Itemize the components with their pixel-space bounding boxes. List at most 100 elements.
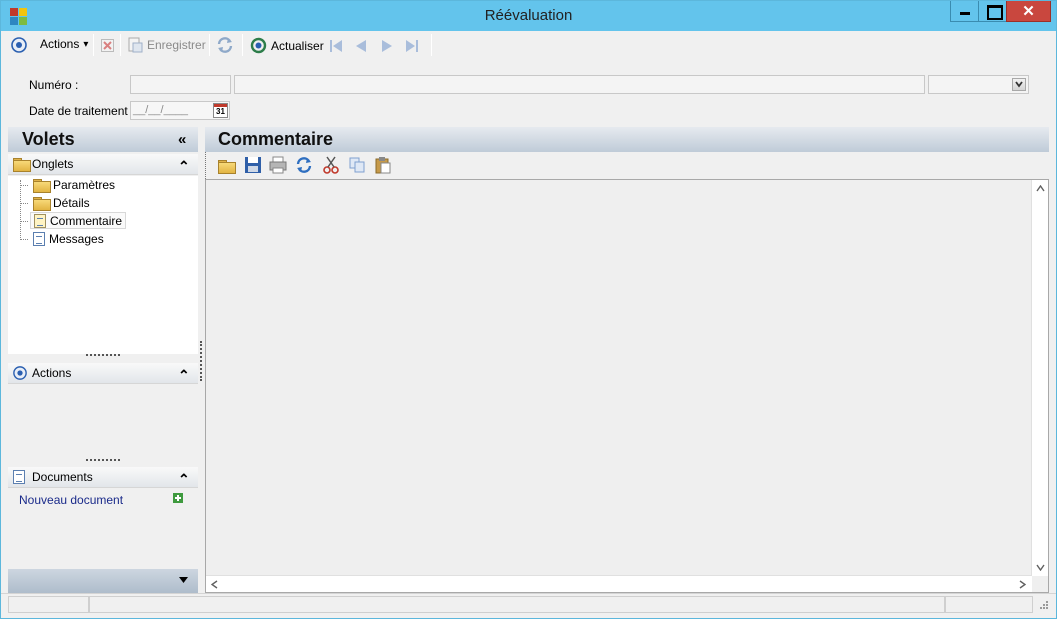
date-field[interactable]: __/__/____ 31 (130, 101, 230, 120)
maximize-button[interactable] (978, 1, 1007, 22)
cut-icon[interactable] (322, 156, 340, 174)
window-title: Réévaluation (484, 7, 573, 24)
sync-icon[interactable] (216, 36, 234, 54)
toolbar-separator (209, 34, 210, 56)
actions-section-body (8, 385, 198, 461)
document-icon (34, 213, 46, 228)
comment-editor[interactable] (205, 179, 1049, 593)
status-cell (945, 596, 1033, 613)
last-record-icon[interactable] (406, 40, 420, 52)
tree-item-messages[interactable]: Messages (30, 230, 107, 247)
onglets-tree: Paramètres Détails Commentaire Messages (8, 176, 198, 357)
description-field[interactable] (234, 75, 925, 94)
tree-item-details[interactable]: Détails (30, 194, 93, 211)
save-icon[interactable] (244, 156, 262, 174)
folder-icon (13, 158, 31, 172)
toolbar-separator (431, 34, 432, 56)
window: Réévaluation ✕ Actions ▾ Enregistrer Act… (0, 0, 1057, 619)
folder-icon (33, 196, 51, 211)
side-panel: Volets « Onglets ⌃ Paramètres Détails Co… (8, 127, 198, 593)
document-icon (13, 470, 25, 484)
editor-toolbar (205, 152, 1049, 179)
status-bar (1, 593, 1056, 615)
date-placeholder: __/__/____ (133, 104, 189, 116)
chevron-down-icon: ▾ (83, 38, 89, 50)
comment-panel-title: Commentaire (218, 129, 334, 149)
tree-item-label: Paramètres (53, 177, 116, 192)
refresh-button[interactable]: Actualiser (250, 37, 324, 54)
delete-icon[interactable] (101, 39, 114, 52)
resize-grip[interactable] (86, 354, 120, 357)
tree-item-parametres[interactable]: Paramètres (30, 176, 118, 193)
collapse-panel-icon[interactable]: « (178, 132, 186, 147)
actions-icon (13, 366, 27, 380)
section-documents-header[interactable]: Documents ⌃ (8, 467, 198, 488)
status-select[interactable] (928, 75, 1029, 94)
save-label: Enregistrer (147, 38, 206, 52)
status-cell (8, 596, 89, 613)
dropdown-button[interactable] (1012, 78, 1026, 91)
vertical-scrollbar[interactable] (1031, 180, 1048, 576)
minimize-button[interactable] (950, 1, 979, 22)
calendar-day: 31 (216, 107, 225, 116)
status-cell (89, 596, 945, 613)
tree-item-label: Détails (53, 195, 90, 210)
add-icon[interactable] (173, 493, 183, 503)
next-record-icon[interactable] (382, 40, 392, 52)
open-icon[interactable] (218, 158, 236, 176)
side-panel-title: Volets (22, 129, 75, 149)
section-onglets-label: Onglets (32, 157, 74, 171)
section-actions-label: Actions (32, 366, 72, 380)
tree-item-label: Messages (49, 231, 104, 246)
date-label: Date de traitement : (29, 104, 135, 118)
collapse-section-icon[interactable]: ⌃ (178, 368, 190, 382)
scroll-up-icon[interactable] (1036, 185, 1045, 192)
actions-icon (11, 37, 27, 53)
panel-splitter[interactable] (200, 341, 202, 381)
chevron-down-icon (1015, 81, 1023, 88)
close-button[interactable]: ✕ (1006, 1, 1051, 22)
collapse-section-icon[interactable]: ⌃ (178, 159, 190, 173)
side-panel-header: Volets « (8, 127, 198, 152)
previous-record-icon[interactable] (356, 40, 366, 52)
new-document-link[interactable]: Nouveau document (19, 493, 123, 507)
scroll-right-icon[interactable] (1019, 580, 1026, 589)
section-actions-header[interactable]: Actions ⌃ (8, 363, 198, 384)
actions-menu-label: Actions (40, 37, 80, 51)
document-icon (33, 231, 45, 246)
section-onglets-header[interactable]: Onglets ⌃ (8, 154, 198, 175)
title-bar: Réévaluation ✕ (1, 1, 1056, 31)
tree-item-commentaire[interactable]: Commentaire (30, 212, 127, 229)
paste-icon[interactable] (374, 156, 392, 174)
actions-menu-button[interactable]: Actions ▾ (40, 37, 88, 51)
main-toolbar: Actions ▾ Enregistrer Actualiser (1, 31, 1056, 59)
horizontal-scrollbar[interactable] (206, 575, 1032, 592)
first-record-icon[interactable] (330, 40, 344, 52)
scroll-down-icon[interactable] (1036, 564, 1045, 571)
copy-icon[interactable] (348, 156, 366, 174)
print-icon[interactable] (269, 156, 287, 174)
comment-panel: Commentaire (205, 127, 1049, 593)
tree-item-label: Commentaire (50, 213, 123, 228)
comment-panel-header: Commentaire (205, 127, 1049, 152)
collapse-section-icon[interactable]: ⌃ (178, 472, 190, 486)
scroll-left-icon[interactable] (211, 580, 218, 589)
resize-grip[interactable] (86, 459, 120, 462)
toolbar-separator (93, 34, 94, 56)
save-doc-icon (128, 37, 143, 53)
folder-icon (33, 178, 51, 193)
refresh-icon (250, 37, 267, 54)
calendar-icon[interactable]: 31 (213, 103, 228, 118)
resize-grip-icon[interactable] (1037, 600, 1048, 611)
chevron-down-icon (179, 577, 188, 583)
numero-label: Numéro : (29, 78, 79, 92)
side-panel-footer[interactable] (8, 569, 198, 593)
save-button[interactable]: Enregistrer (127, 37, 206, 53)
record-form: Numéro : Date de traitement : __/__/____… (1, 59, 1056, 127)
close-icon: ✕ (1022, 3, 1035, 20)
sync-icon[interactable] (295, 156, 313, 174)
toolbar-separator (242, 34, 243, 56)
numero-field[interactable] (130, 75, 231, 94)
documents-section-body: Nouveau document (8, 489, 198, 569)
section-documents-label: Documents (32, 470, 93, 484)
